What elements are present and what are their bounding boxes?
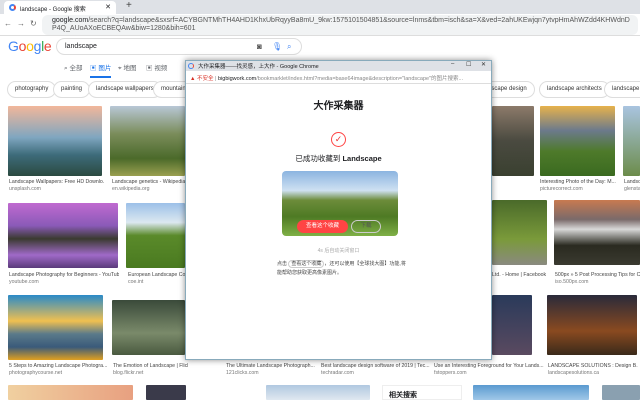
result-image[interactable]	[146, 385, 186, 400]
result-image[interactable]	[492, 295, 532, 355]
success-message: 已成功收藏到 Landscape	[295, 154, 382, 163]
result-caption[interactable]: The Emotion of Landscape | Flickr Blogbl…	[113, 363, 188, 377]
result-image[interactable]	[266, 385, 370, 400]
result-image[interactable]	[473, 385, 589, 400]
result-image[interactable]	[112, 300, 185, 355]
hint-view-collection-link[interactable]: 查看这个收藏	[288, 260, 325, 268]
search-input[interactable]: landscape ◙ 🎙 ⌕	[56, 38, 302, 55]
tab-title: landscape - Google 搜索	[20, 7, 86, 13]
browser-tab[interactable]: landscape - Google 搜索 ✕	[4, 1, 116, 14]
chrome-icon	[188, 63, 194, 69]
result-image[interactable]	[602, 385, 640, 400]
tab-maps[interactable]: ⌖ 地图	[118, 62, 136, 73]
tab-all[interactable]: ⌕ 全部	[64, 62, 82, 73]
result-image[interactable]	[540, 106, 615, 176]
view-collection-button[interactable]: 查看这个收藏	[297, 220, 348, 233]
result-image[interactable]	[623, 106, 640, 176]
popup-window-title: 大作采集器——找灵感，上大作 - Google Chrome	[198, 64, 319, 70]
reload-icon[interactable]: ↻	[30, 19, 37, 28]
download-button[interactable]: 下载	[351, 220, 381, 233]
tab-videos[interactable]: ▣ 视频	[146, 62, 167, 72]
board-name: Landscape	[342, 154, 382, 163]
tab-images[interactable]: ▣ 图片	[90, 62, 112, 78]
google-favicon-icon	[9, 4, 16, 11]
result-image[interactable]	[8, 106, 102, 176]
result-caption[interactable]: 500px » 5 Post Processing Tips for Crea.…	[555, 272, 640, 286]
result-image[interactable]	[492, 200, 547, 265]
close-tab-icon[interactable]: ✕	[105, 3, 111, 11]
result-image[interactable]	[8, 203, 118, 268]
result-caption[interactable]: Landsc...glensta...	[624, 179, 640, 193]
result-caption[interactable]: European Landscape Conv...coe.int	[128, 272, 185, 286]
result-caption[interactable]: Use an Interesting Foreground for Your L…	[434, 363, 544, 377]
address-bar[interactable]: google.com/search?q=landscape&sxsrf=ACYB…	[42, 15, 638, 35]
related-searches: 相关搜索	[382, 385, 462, 400]
result-image[interactable]	[8, 295, 103, 360]
collector-popup-window: 大作采集器——找灵感，上大作 - Google Chrome – ☐ ✕ ▲ 不…	[185, 60, 492, 360]
result-caption[interactable]: Ltd. - Home | Facebook	[492, 272, 550, 279]
result-image[interactable]	[8, 385, 133, 400]
chip-photography[interactable]: photography	[7, 81, 57, 98]
result-caption[interactable]: LANDSCAPE SOLUTIONS : Design B... landsca…	[548, 363, 638, 377]
search-icon[interactable]: ⌕	[287, 42, 291, 52]
camera-icon[interactable]: ◙	[257, 42, 262, 51]
chip-landscape-wallpapers[interactable]: landscape wallpapers	[88, 81, 162, 98]
result-image[interactable]	[492, 106, 534, 176]
result-caption[interactable]: Landscape Photography for Beginners - Yo…	[9, 272, 119, 286]
result-caption[interactable]: Interesting Photo of the Day: M... pictur…	[540, 179, 618, 193]
result-image[interactable]	[110, 106, 185, 176]
chip-painting[interactable]: painting	[53, 81, 91, 98]
popup-url-path: /bookmarklet/index.html?media=base64imag…	[256, 76, 464, 82]
result-image[interactable]	[126, 203, 185, 268]
result-caption[interactable]: 5 Steps to Amazing Landscape Photogra...…	[9, 363, 107, 377]
back-icon[interactable]: ←	[4, 19, 12, 28]
warning-icon: ▲	[190, 76, 197, 82]
url-host: google.com	[52, 17, 89, 24]
chip-landscape-a[interactable]: landscape a	[604, 81, 640, 98]
close-window-icon[interactable]: ✕	[481, 61, 486, 68]
search-query: landscape	[65, 43, 97, 50]
auto-close-notice: 4s 后自动关闭窗口	[317, 248, 360, 254]
tab-bar: landscape - Google 搜索 ✕ +	[0, 0, 640, 14]
result-caption[interactable]: Landscape Wallpapers: Free HD Downlo... u…	[9, 179, 104, 193]
popup-title-bar: 大作采集器——找灵感，上大作 - Google Chrome – ☐ ✕	[186, 61, 491, 71]
result-caption[interactable]: Landscape genetics - Wikipedia en.wikiped…	[112, 179, 185, 193]
insecure-label: 不安全	[196, 76, 214, 82]
check-icon: ✓	[331, 132, 346, 147]
google-logo[interactable]: Google	[8, 38, 52, 54]
hint-text: 点击 查看这个收藏 ，还可以使用【全球找大图】功能,将能帮助您获取更高像素图片。	[277, 260, 406, 276]
popup-url-host: bigbigwork.com	[218, 76, 257, 82]
result-caption[interactable]: Best landscape design software of 2019 |…	[321, 363, 431, 377]
minimize-icon[interactable]: –	[451, 61, 454, 67]
result-caption[interactable]: The Ultimate Landscape Photograph... 121c…	[226, 363, 318, 377]
forward-icon[interactable]: →	[17, 19, 25, 28]
popup-heading: 大作采集器	[313, 101, 364, 112]
maximize-icon[interactable]: ☐	[466, 61, 471, 68]
microphone-icon[interactable]: 🎙	[272, 42, 282, 51]
chip-landscape-architects[interactable]: landscape architects	[539, 81, 610, 98]
popup-address-bar[interactable]: ▲ 不安全 | bigbigwork.com/bookmarklet/index…	[186, 71, 491, 84]
url-path: /search?q=landscape&sxsrf=ACYBGNTMhTH4AH…	[52, 17, 630, 32]
new-tab-button[interactable]: +	[126, 0, 132, 11]
result-image[interactable]	[554, 200, 640, 265]
result-image[interactable]	[547, 295, 637, 355]
